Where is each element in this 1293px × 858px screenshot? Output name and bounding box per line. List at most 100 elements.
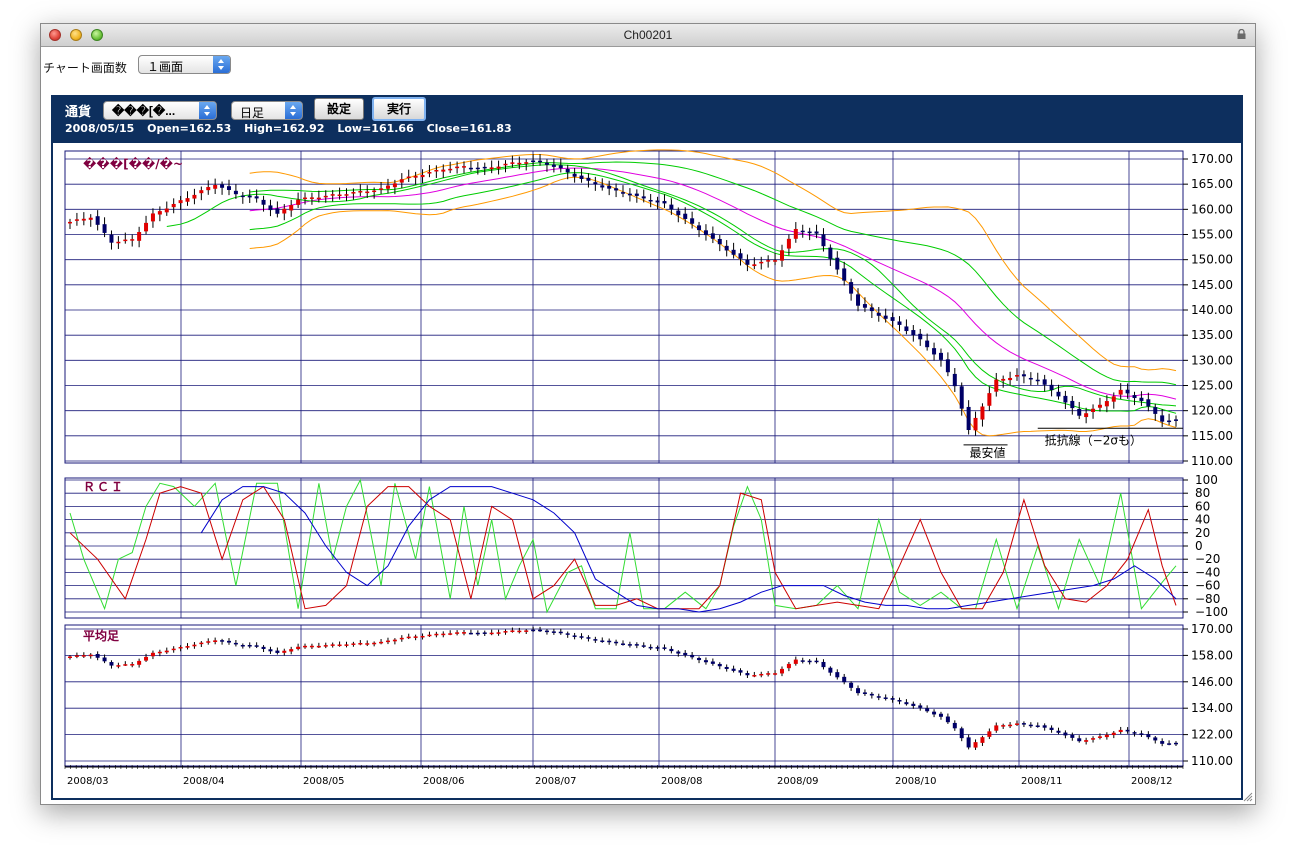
candle-body-heikin [1001, 725, 1006, 727]
info-date: 2008/05/15 [65, 122, 135, 135]
candle-body [752, 264, 757, 267]
x-tick-label: 2008/06 [423, 776, 465, 787]
candle-body [1028, 377, 1033, 380]
candle-body [468, 167, 473, 170]
chart-canvas[interactable]: 170.00 165.00 160.00 155.00 150.00 145.00 140.… [53, 143, 1241, 798]
candle-body-heikin [413, 636, 418, 638]
candle-body-heikin [524, 630, 529, 632]
candle-body-heikin [793, 659, 798, 664]
candle-body [655, 200, 660, 203]
candle-body-heikin [544, 630, 549, 633]
candle-body-heikin [337, 644, 342, 647]
period-select[interactable]: 日足 [231, 101, 303, 120]
run-button[interactable]: 実行 [372, 97, 426, 121]
candle-body [1070, 400, 1075, 409]
candle-body-heikin [925, 708, 930, 712]
settings-button[interactable]: 設定 [314, 98, 364, 120]
candle-body [745, 259, 750, 265]
candle-body [607, 185, 612, 189]
candle-body [828, 247, 833, 259]
y-tick-label: 60 [1195, 499, 1210, 513]
candle-body [150, 213, 155, 222]
candle-body [157, 211, 162, 215]
candle-body-heikin [226, 640, 231, 643]
period-select-value: 日足 [240, 106, 265, 120]
candle-body-heikin [710, 661, 715, 664]
candle-body [1160, 415, 1165, 422]
candle-body [482, 166, 487, 169]
candle-body [1104, 401, 1109, 407]
ohlc-info: 2008/05/15 Open=162.53 High=162.92 Low=1… [65, 122, 521, 135]
y-tick-label: −40 [1195, 565, 1220, 579]
title-bar[interactable]: Ch00201 [41, 24, 1255, 47]
candle-body [800, 230, 805, 233]
y-tick-label: 150.00 [1191, 253, 1233, 267]
candle-body-heikin [869, 693, 874, 696]
currency-select[interactable]: ���[�... [103, 101, 217, 120]
y-tick-label: 165.00 [1191, 177, 1233, 191]
window-content: チャート画面数 １画面 通貨 ���[�... 日足 設定 実行 2008/05… [41, 47, 1255, 804]
candle-body-heikin [254, 645, 259, 647]
candle-body [1146, 399, 1151, 407]
bollinger-upper-line [249, 149, 1177, 372]
candle-body-heikin [206, 641, 211, 643]
candle-body-heikin [233, 642, 238, 645]
candle-body [296, 199, 301, 205]
candle-body-heikin [766, 673, 771, 675]
candle-body [81, 218, 86, 221]
select-arrows-icon [213, 56, 230, 73]
y-tick-label: 158.00 [1191, 648, 1233, 662]
candle-body [1125, 389, 1130, 394]
candle-body [220, 184, 225, 188]
candle-body-heikin [164, 650, 169, 653]
candle-body [641, 196, 646, 199]
candle-body [890, 317, 895, 321]
candle-body [448, 168, 453, 171]
heikin-ashi-title: 平均足 [83, 628, 119, 643]
candle-body [1091, 408, 1096, 412]
y-tick-label: −100 [1195, 605, 1228, 619]
candle-body [1139, 397, 1144, 401]
candle-body-heikin [289, 649, 294, 652]
candle-body-heikin [932, 711, 937, 715]
candle-body-heikin [759, 673, 764, 676]
candle-body-heikin [68, 656, 72, 658]
candle-body [883, 315, 888, 319]
candle-body [634, 193, 639, 196]
resize-grip-icon[interactable] [1243, 792, 1253, 802]
candle-body [925, 340, 930, 348]
candle-body [1084, 413, 1089, 418]
candle-body-heikin [890, 698, 895, 700]
candle-body [510, 162, 515, 164]
candle-body-heikin [88, 654, 93, 657]
candle-body [966, 406, 971, 430]
candle-body-heikin [634, 644, 639, 646]
candle-body [192, 194, 197, 199]
screen-count-select[interactable]: １画面 [138, 55, 231, 74]
candle-body-heikin [434, 633, 439, 636]
candle-body-heikin [510, 630, 515, 632]
candle-body [1077, 409, 1082, 416]
y-tick-label: 120.00 [1191, 404, 1233, 418]
y-tick-label: 146.00 [1191, 675, 1233, 689]
candle-body [683, 213, 688, 219]
candle-body [441, 169, 446, 172]
candle-body-heikin [731, 668, 736, 671]
candle-body [351, 192, 356, 194]
candle-body [600, 185, 605, 188]
candle-body-heikin [309, 645, 314, 648]
x-tick-label: 2008/07 [535, 776, 577, 787]
candle-body-heikin [1077, 738, 1082, 742]
candle-body-heikin [385, 640, 390, 643]
price-chart-title: ���[��/�~ [83, 156, 183, 171]
candle-body-heikin [1028, 724, 1033, 727]
candle-body [1042, 379, 1047, 385]
candle-body-heikin [455, 632, 460, 634]
candle-body [821, 234, 826, 247]
x-tick-label: 2008/09 [777, 776, 819, 787]
candle-body [849, 282, 854, 294]
candle-body-heikin [171, 648, 176, 651]
candle-body [358, 191, 363, 193]
candle-body [1035, 379, 1040, 382]
info-low: Low=161.66 [337, 122, 414, 135]
